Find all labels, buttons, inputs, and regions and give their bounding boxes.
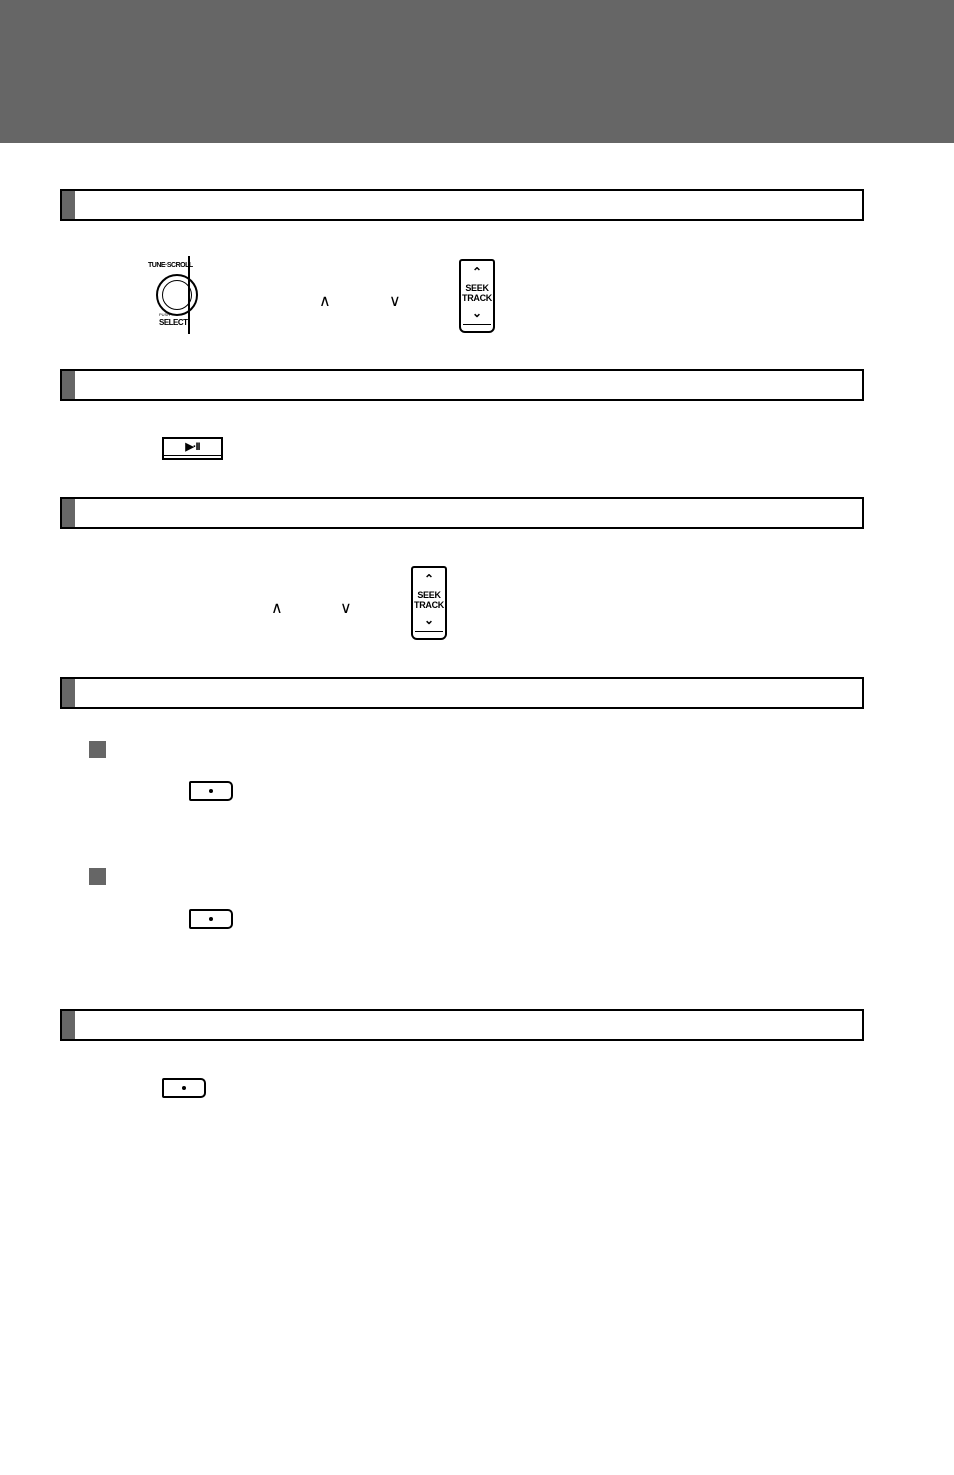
subsection-bullet-2 (89, 868, 106, 885)
preset-button[interactable] (189, 781, 233, 801)
caret-up-icon: ∧ (319, 293, 331, 310)
tune-scroll-knob[interactable]: TUNE·SCROLL PUSH SELECT (140, 256, 210, 336)
switch-base-line (463, 324, 491, 325)
dot-icon (209, 789, 213, 793)
section-header-2 (60, 369, 864, 401)
knob-bottom-label: SELECT (159, 318, 188, 327)
preset-button[interactable] (162, 1078, 206, 1098)
caret-down-icon: ∨ (389, 293, 401, 310)
seek-track-switch[interactable]: ⌃ SEEK TRACK ⌄ (411, 566, 447, 640)
seek-track-label: SEEK TRACK (461, 283, 493, 303)
section-tab (62, 191, 75, 219)
track-label: TRACK (462, 293, 492, 303)
caret-up-icon: ∧ (271, 600, 283, 617)
section-tab (62, 499, 75, 527)
knob-top-label: TUNE·SCROLL (148, 262, 193, 269)
chevron-up-icon: ⌃ (423, 572, 435, 586)
chevron-down-icon: ⌄ (471, 306, 483, 320)
button-underline (164, 455, 221, 456)
seek-track-label: SEEK TRACK (413, 590, 445, 610)
caret-down-icon: ∨ (340, 600, 352, 617)
section-header-4 (60, 677, 864, 709)
dot-icon (182, 1086, 186, 1090)
knob-push-label: PUSH (159, 312, 171, 317)
track-label: TRACK (414, 600, 444, 610)
section-tab (62, 371, 75, 399)
seek-label: SEEK (417, 590, 441, 600)
page-header-band (0, 0, 954, 143)
section-header-1 (60, 189, 864, 221)
chevron-up-icon: ⌃ (471, 265, 483, 279)
knob-inner (162, 280, 192, 310)
dot-icon (209, 917, 213, 921)
section-header-5 (60, 1009, 864, 1041)
section-tab (62, 1011, 75, 1039)
section-tab (62, 679, 75, 707)
chevron-down-icon: ⌄ (423, 613, 435, 627)
seek-label: SEEK (465, 283, 489, 293)
section-header-3 (60, 497, 864, 529)
switch-base-line (415, 631, 443, 632)
subsection-bullet-1 (89, 741, 106, 758)
play-pause-button[interactable]: ▶·II (162, 437, 223, 460)
seek-track-switch[interactable]: ⌃ SEEK TRACK ⌄ (459, 259, 495, 333)
preset-button[interactable] (189, 909, 233, 929)
play-pause-icon: ▶·II (185, 441, 200, 453)
